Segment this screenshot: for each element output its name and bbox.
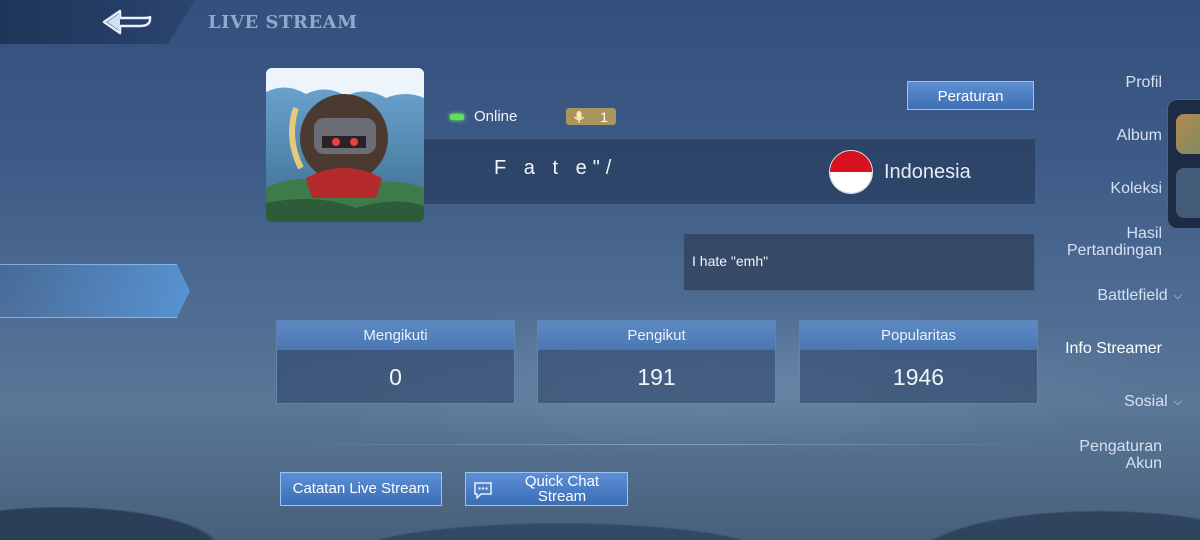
sidebar-item-pengaturan-akun[interactable]: Pengaturan Akun [1079, 438, 1162, 472]
sidebar-item-label: Pengaturan Akun [1079, 438, 1162, 472]
quick-chat-stream-button[interactable]: Quick Chat Stream [465, 472, 628, 506]
indonesia-flag-icon [829, 150, 873, 194]
stat-label: Mengikuti [277, 321, 514, 350]
sidebar-item-label: Info Streamer [1065, 340, 1162, 357]
streamer-name: F a t e"/ [494, 157, 618, 179]
stat-popularitas: Popularitas 1946 [799, 320, 1038, 404]
sidebar-item-label: Sosial [1124, 393, 1168, 410]
sidebar-item-label: Album [1116, 127, 1162, 144]
sidebar-item-label: Koleksi [1110, 180, 1162, 197]
back-arrow-icon [102, 9, 152, 35]
sidebar-item-label: Hasil Pertandingan [1066, 225, 1162, 259]
sidebar-item-label: Battlefield [1097, 287, 1168, 304]
chevron-down-icon: ⌵ [1173, 396, 1182, 408]
mic-badge: 1 [566, 108, 616, 125]
stat-value: 1946 [892, 364, 945, 390]
avatar-image [266, 68, 424, 222]
stat-value: 191 [637, 364, 676, 390]
live-stream-log-button[interactable]: Catatan Live Stream [280, 472, 442, 506]
online-status: Online [450, 108, 517, 125]
country-label: Indonesia [884, 161, 971, 183]
back-button[interactable] [96, 6, 158, 38]
side-panel-tab[interactable] [1167, 99, 1200, 229]
chat-bubble-icon [474, 482, 492, 499]
sidebar-item-battlefield[interactable]: Battlefield ⌵ [1097, 287, 1182, 306]
stat-label: Pengikut [538, 321, 775, 350]
divider [275, 444, 1065, 445]
sidebar-active-highlight [0, 264, 190, 318]
stat-pengikut: Pengikut 191 [537, 320, 776, 404]
page-title: LIVE STREAM [208, 12, 358, 33]
microphone-icon [573, 110, 585, 123]
sidebar-item-koleksi[interactable]: Koleksi [1110, 180, 1162, 197]
streamer-name-panel: F a t e"/ Indonesia [424, 138, 1035, 204]
status-text: Online [474, 108, 518, 125]
rules-button[interactable]: Peraturan [907, 81, 1034, 110]
sidebar-item-hasil-pertandingan[interactable]: Hasil Pertandingan [1067, 225, 1162, 259]
quick-chat-label: Quick Chat Stream [524, 473, 600, 505]
sidebar-item-sosial[interactable]: Sosial ⌵ [1124, 393, 1182, 412]
online-indicator-icon [450, 113, 464, 120]
stat-mengikuti: Mengikuti 0 [276, 320, 515, 404]
stat-label: Popularitas [800, 321, 1037, 350]
mic-count: 1 [600, 108, 608, 125]
avatar[interactable] [266, 68, 424, 222]
sidebar-item-info-streamer[interactable]: Info Streamer [1065, 340, 1162, 357]
side-tab-chat-icon[interactable] [1176, 168, 1200, 218]
bio-box[interactable]: I hate "emh" [683, 233, 1035, 291]
chevron-down-icon: ⌵ [1173, 290, 1182, 302]
sidebar-item-album[interactable]: Album [1117, 127, 1162, 144]
side-tab-reward-icon[interactable] [1176, 114, 1200, 154]
stat-value: 0 [389, 364, 402, 390]
sidebar-item-label: Profil [1125, 74, 1162, 91]
sidebar-item-profil[interactable]: Profil [1126, 74, 1162, 91]
